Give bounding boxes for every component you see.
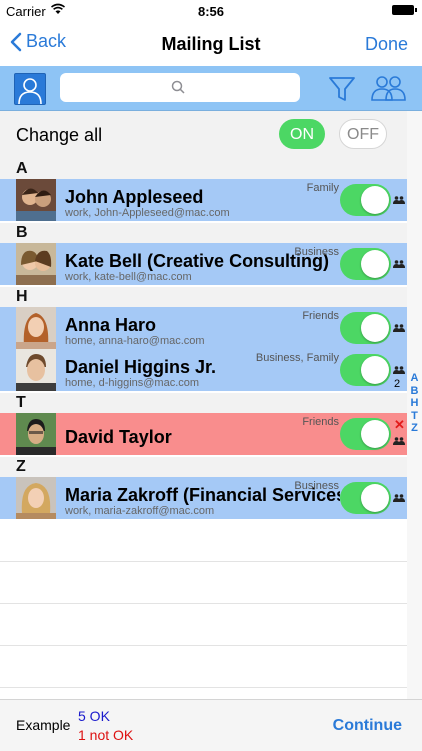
avatar: [16, 307, 56, 349]
filter-icon[interactable]: [328, 75, 356, 103]
search-icon: [171, 80, 185, 94]
toggle-knob: [361, 420, 389, 448]
groups-icon: [393, 196, 405, 204]
status-time: 8:56: [197, 4, 225, 19]
toggle-knob: [361, 356, 389, 384]
error-x-icon: ✕: [394, 417, 405, 432]
contact-name: David Taylor: [65, 427, 172, 447]
empty-row-divider: [0, 561, 407, 562]
change-all-row: Change all ON OFF: [0, 111, 407, 159]
contact-toggle[interactable]: [340, 184, 391, 216]
contact-group: Friends: [302, 310, 339, 322]
back-button[interactable]: Back: [10, 31, 66, 52]
empty-row-divider: [0, 645, 407, 646]
single-person-button[interactable]: [14, 73, 46, 105]
section-header-h: H: [0, 287, 407, 307]
status-bar: Carrier 8:56: [0, 0, 422, 22]
contact-row-john-appleseed[interactable]: John Appleseed work, John-Appleseed@mac.…: [0, 179, 407, 221]
toggle-knob: [361, 186, 389, 214]
groups-icon: [393, 260, 405, 268]
avatar: [16, 243, 56, 285]
contact-row-kate-bell[interactable]: Kate Bell (Creative Consulting) work, ka…: [0, 243, 407, 285]
avatar: [16, 477, 56, 519]
groups-icon[interactable]: [370, 74, 408, 102]
battery-icon: [392, 5, 417, 15]
contact-toggle[interactable]: [340, 312, 391, 344]
ok-count: 5 OK: [78, 708, 110, 724]
toggle-knob: [361, 250, 389, 278]
groups-icon: [393, 494, 405, 502]
not-ok-count: 1 not OK: [78, 727, 134, 743]
all-on-button[interactable]: ON: [279, 119, 325, 149]
contact-row-daniel-higgins[interactable]: Daniel Higgins Jr. home, d-higgins@mac.c…: [0, 349, 407, 391]
avatar: [16, 413, 56, 455]
empty-row-divider: [0, 687, 407, 688]
contact-email: work, John-Appleseed@mac.com: [65, 207, 230, 219]
toggle-knob: [361, 314, 389, 342]
index-letter-b[interactable]: B: [407, 385, 422, 398]
contact-toggle[interactable]: [340, 482, 391, 514]
section-header-t: T: [0, 393, 407, 413]
contact-row-maria-zakroff[interactable]: Maria Zakroff (Financial Services) work,…: [0, 477, 407, 519]
change-all-label: Change all: [16, 125, 103, 145]
contact-name: Kate Bell (Creative Consulting): [65, 251, 330, 271]
avatar: [16, 349, 56, 391]
contact-toggle[interactable]: [340, 418, 391, 450]
back-button-label: Back: [26, 31, 67, 51]
contact-toggle[interactable]: [340, 248, 391, 280]
groups-icon: [393, 437, 405, 445]
index-letter-z[interactable]: Z: [407, 422, 422, 435]
toggle-knob: [361, 484, 389, 512]
contact-email: work, maria-zakroff@mac.com: [65, 505, 215, 517]
chevron-left-icon: [10, 32, 22, 51]
index-letter-h[interactable]: H: [407, 397, 422, 410]
contact-email: work, kate-bell@mac.com: [65, 271, 192, 283]
toolbar: [0, 66, 422, 111]
section-header-a: A: [0, 159, 407, 179]
contact-name: Anna Haro: [65, 315, 157, 335]
section-header-b: B: [0, 223, 407, 243]
done-button[interactable]: Done: [365, 34, 408, 55]
index-letter-a[interactable]: A: [407, 372, 422, 385]
contact-name: Daniel Higgins Jr.: [65, 357, 217, 377]
index-letter-t[interactable]: T: [407, 410, 422, 423]
contact-name: John Appleseed: [65, 187, 204, 207]
continue-button[interactable]: Continue: [333, 717, 402, 735]
contact-email: home, anna-haro@mac.com: [65, 335, 205, 347]
group-count: 2: [394, 378, 401, 390]
contact-group: Friends: [302, 416, 339, 428]
empty-row-divider: [0, 603, 407, 604]
contact-email: home, d-higgins@mac.com: [65, 377, 200, 389]
example-label: Example: [16, 717, 71, 733]
footer-bar: Example 5 OK 1 not OK Continue: [0, 699, 422, 751]
contact-toggle[interactable]: [340, 354, 391, 386]
groups-icon: [393, 324, 405, 332]
all-off-button[interactable]: OFF: [339, 119, 387, 149]
navigation-bar: Back Mailing List Done: [0, 22, 422, 66]
person-icon: [18, 78, 42, 104]
contact-group: Business: [294, 480, 339, 492]
section-header-z: Z: [0, 457, 407, 477]
groups-icon: [393, 366, 405, 374]
contact-group: Family: [306, 182, 339, 194]
contact-group: Business, Family: [255, 352, 339, 364]
contact-row-anna-haro[interactable]: Anna Haro home, anna-haro@mac.com Friend…: [0, 307, 407, 349]
contact-row-david-taylor[interactable]: David Taylor Friends ✕: [0, 413, 407, 455]
avatar: [16, 179, 56, 221]
contact-group: Business: [294, 246, 339, 258]
section-index: A B H T Z: [407, 372, 422, 435]
